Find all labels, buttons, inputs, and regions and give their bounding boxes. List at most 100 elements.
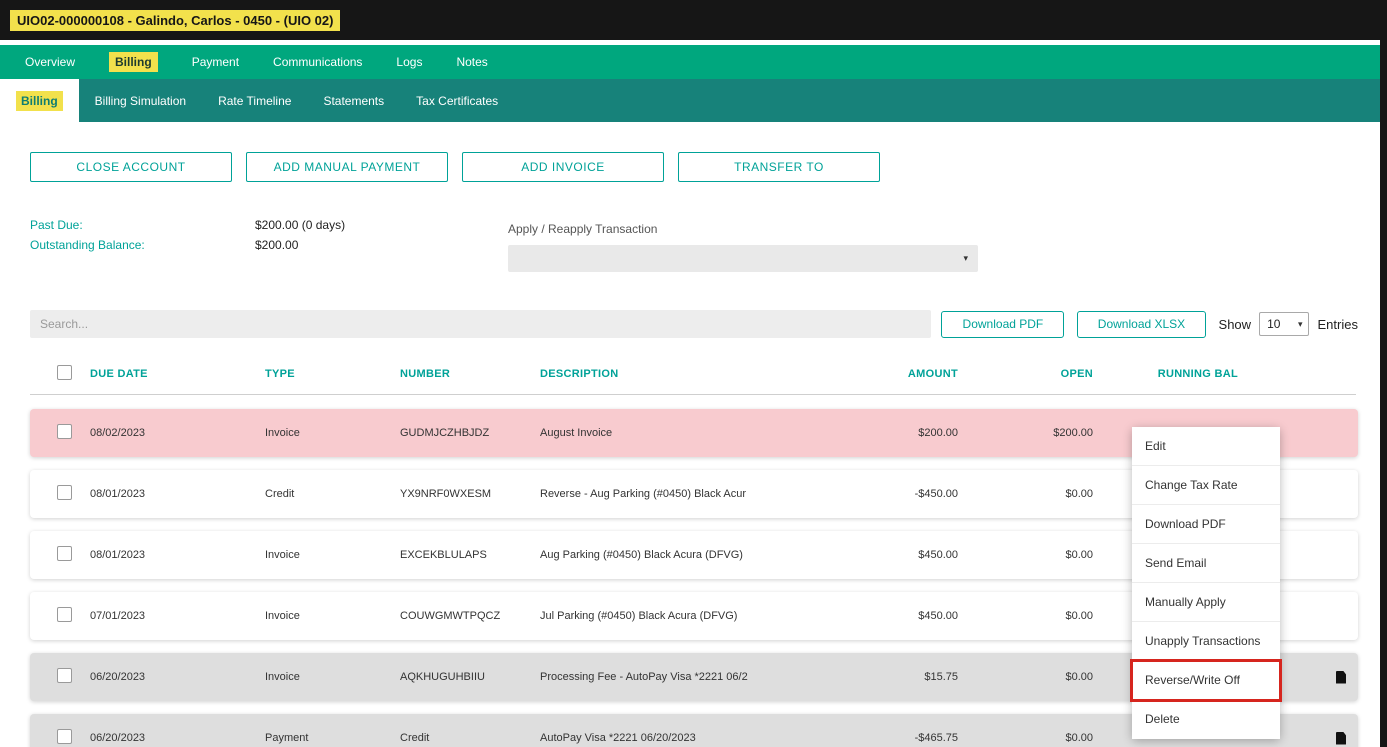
col-amount: AMOUNT [907, 368, 958, 380]
download-xlsx-button[interactable]: Download XLSX [1077, 310, 1206, 338]
download-pdf-button[interactable]: Download PDF [941, 310, 1065, 338]
cell-amount: $200.00 [918, 427, 958, 439]
subtab-billing-simulation-label: Billing Simulation [94, 93, 187, 108]
entries-per-page-value: 10 [1267, 317, 1281, 331]
apply-reapply-select[interactable]: ▾ [508, 245, 978, 272]
window-titlebar: UIO02-000000108 - Galindo, Carlos - 0450… [0, 0, 1387, 40]
note-icon [1336, 670, 1346, 684]
cell-amount: -$450.00 [914, 488, 958, 500]
cell-type: Invoice [265, 671, 300, 683]
cell-number: EXCEKBLULAPS [400, 549, 487, 561]
row-checkbox[interactable] [57, 546, 72, 561]
entries-per-page-select[interactable]: 10 ▾ [1259, 312, 1309, 336]
row-checkbox[interactable] [57, 607, 72, 622]
menu-item-reverse-write-off[interactable]: Reverse/Write Off [1130, 659, 1282, 702]
cell-due-date: 08/01/2023 [90, 488, 146, 500]
cell-due-date: 06/20/2023 [90, 732, 146, 744]
col-type: TYPE [265, 368, 295, 380]
col-number: NUMBER [400, 368, 451, 380]
main-content: Overview Billing Payment Communications … [0, 40, 1380, 747]
tab-payment-label: Payment [191, 55, 240, 69]
cell-due-date: 08/02/2023 [90, 427, 146, 439]
tab-billing[interactable]: Billing [97, 45, 170, 79]
subtab-statements-label: Statements [323, 93, 385, 108]
cell-description: Processing Fee - AutoPay Visa *2221 06/2 [540, 671, 748, 683]
tab-communications-label: Communications [273, 55, 363, 69]
subtab-rate-timeline[interactable]: Rate Timeline [202, 79, 307, 122]
chevron-down-icon: ▾ [963, 253, 968, 263]
cell-open: $200.00 [1053, 427, 1093, 439]
apply-reapply-label: Apply / Reapply Transaction [508, 222, 658, 236]
subtab-billing-label: Billing [16, 90, 63, 111]
cell-open: $0.00 [1065, 671, 1093, 683]
table-toolbar: Download PDF Download XLSX Show 10 ▾ Ent… [30, 310, 1358, 338]
row-checkbox[interactable] [57, 485, 72, 500]
tab-billing-label: Billing [109, 52, 158, 72]
cell-amount: $450.00 [918, 549, 958, 561]
select-all-checkbox[interactable] [57, 365, 72, 380]
tab-overview[interactable]: Overview [13, 45, 87, 79]
menu-item-delete[interactable]: Delete [1132, 700, 1280, 739]
past-due-label: Past Due: [30, 218, 83, 232]
add-invoice-button[interactable]: ADD INVOICE [462, 152, 664, 182]
cell-amount: -$465.75 [914, 732, 958, 744]
tab-notes[interactable]: Notes [444, 45, 499, 79]
cell-type: Payment [265, 732, 309, 744]
outstanding-balance-label: Outstanding Balance: [30, 238, 145, 252]
menu-item-manually-apply[interactable]: Manually Apply [1132, 583, 1280, 622]
cell-type: Credit [265, 488, 295, 500]
search-input[interactable] [30, 310, 932, 338]
cell-type: Invoice [265, 549, 300, 561]
row-context-menu: Edit Change Tax Rate Download PDF Send E… [1130, 427, 1282, 739]
outstanding-balance-value: $200.00 [255, 238, 299, 252]
apply-reapply-block: Apply / Reapply Transaction ▾ [508, 222, 978, 272]
cell-description: August Invoice [540, 427, 613, 439]
row-checkbox[interactable] [57, 424, 72, 439]
menu-item-change-tax-rate[interactable]: Change Tax Rate [1132, 466, 1280, 505]
subtab-tax-certificates[interactable]: Tax Certificates [400, 79, 514, 122]
main-nav: Overview Billing Payment Communications … [0, 45, 1380, 79]
menu-item-edit[interactable]: Edit [1132, 427, 1280, 466]
cell-due-date: 08/01/2023 [90, 549, 146, 561]
tab-logs-label: Logs [396, 55, 423, 69]
past-due-value: $200.00 (0 days) [255, 218, 346, 232]
cell-type: Invoice [265, 427, 300, 439]
balance-summary: Past Due: $200.00 (0 days) Outstanding B… [30, 218, 1350, 282]
tab-notes-label: Notes [456, 55, 488, 69]
cell-open: $0.00 [1065, 488, 1093, 500]
show-label: Show [1218, 316, 1252, 332]
cell-due-date: 07/01/2023 [90, 610, 146, 622]
billing-sub-nav: Billing Billing Simulation Rate Timeline… [0, 79, 1380, 122]
cell-amount: $450.00 [918, 610, 958, 622]
add-manual-payment-button[interactable]: ADD MANUAL PAYMENT [246, 152, 448, 182]
transfer-to-button[interactable]: TRANSFER TO [678, 152, 880, 182]
subtab-billing-simulation[interactable]: Billing Simulation [79, 79, 202, 122]
table-header: DUE DATE TYPE NUMBER DESCRIPTION AMOUNT … [30, 364, 1358, 384]
cell-description: Jul Parking (#0450) Black Acura (DFVG) [540, 610, 738, 622]
cell-type: Invoice [265, 610, 300, 622]
subtab-billing[interactable]: Billing [0, 79, 79, 122]
cell-description: Reverse - Aug Parking (#0450) Black Acur [540, 488, 747, 500]
tab-payment[interactable]: Payment [180, 45, 251, 79]
col-running-bal: RUNNING BAL [1157, 368, 1238, 380]
tab-communications[interactable]: Communications [261, 45, 374, 79]
close-account-button[interactable]: CLOSE ACCOUNT [30, 152, 232, 182]
cell-description: AutoPay Visa *2221 06/20/2023 [540, 732, 696, 744]
row-checkbox[interactable] [57, 668, 72, 683]
account-actions: CLOSE ACCOUNT ADD MANUAL PAYMENT ADD INV… [30, 152, 1350, 182]
menu-item-unapply-transactions[interactable]: Unapply Transactions [1132, 622, 1280, 661]
header-divider [30, 394, 1356, 395]
row-checkbox[interactable] [57, 729, 72, 744]
cell-amount: $15.75 [924, 671, 958, 683]
cell-number: YX9NRF0WXESM [400, 488, 492, 500]
cell-due-date: 06/20/2023 [90, 671, 146, 683]
menu-item-download-pdf[interactable]: Download PDF [1132, 505, 1280, 544]
menu-item-send-email[interactable]: Send Email [1132, 544, 1280, 583]
subtab-statements[interactable]: Statements [307, 79, 400, 122]
account-title: UIO02-000000108 - Galindo, Carlos - 0450… [10, 9, 341, 31]
col-due-date: DUE DATE [90, 368, 148, 380]
cell-description: Aug Parking (#0450) Black Acura (DFVG) [540, 549, 743, 561]
cell-number: AQKHUGUHBIIU [400, 671, 485, 683]
tab-logs[interactable]: Logs [384, 45, 434, 79]
tab-overview-label: Overview [25, 55, 76, 69]
